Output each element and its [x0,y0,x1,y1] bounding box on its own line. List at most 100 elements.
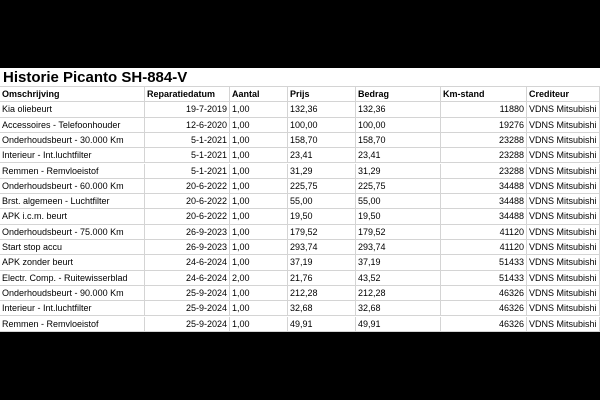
table-cell[interactable]: VDNS Mitsubishi [527,132,600,148]
table-cell[interactable]: 41120 [441,240,527,255]
table-cell[interactable]: 1,00 [230,178,288,194]
table-cell[interactable]: 34488 [441,194,527,209]
table-cell[interactable]: Onderhoudsbeurt - 90.000 Km [0,285,145,301]
table-cell[interactable]: 1,00 [230,117,288,132]
table-cell[interactable]: Remmen - Remvloeistof [0,163,145,178]
table-cell[interactable]: 2,00 [230,270,288,285]
column-header[interactable]: Crediteur [527,87,600,102]
table-cell[interactable]: 1,00 [230,132,288,148]
table-cell[interactable]: 23288 [441,148,527,163]
table-cell[interactable]: 158,70 [356,132,441,148]
table-cell[interactable]: 49,91 [288,316,356,331]
table-cell[interactable]: 179,52 [356,224,441,239]
table-cell[interactable]: 293,74 [356,240,441,255]
table-cell[interactable]: VDNS Mitsubishi [527,316,600,331]
table-cell[interactable]: 1,00 [230,255,288,270]
table-cell[interactable]: 212,28 [288,285,356,301]
table-cell[interactable]: Remmen - Remvloeistof [0,316,145,331]
table-cell[interactable]: VDNS Mitsubishi [527,270,600,285]
table-cell[interactable]: 24-6-2024 [145,255,230,270]
table-cell[interactable]: 31,29 [288,163,356,178]
table-cell[interactable]: Kia oliebeurt [0,102,145,117]
table-cell[interactable]: 37,19 [356,255,441,270]
table-cell[interactable]: 132,36 [356,102,441,117]
table-cell[interactable]: 1,00 [230,224,288,239]
table-cell[interactable]: 132,36 [288,102,356,117]
table-cell[interactable]: 23,41 [288,148,356,163]
table-cell[interactable]: 212,28 [356,285,441,301]
table-cell[interactable]: 1,00 [230,316,288,331]
table-cell[interactable]: APK zonder beurt [0,255,145,270]
table-cell[interactable]: VDNS Mitsubishi [527,194,600,209]
table-cell[interactable]: VDNS Mitsubishi [527,285,600,301]
table-cell[interactable]: Brst. algemeen - Luchtfilter [0,194,145,209]
table-cell[interactable]: APK i.c.m. beurt [0,209,145,224]
table-cell[interactable]: 20-6-2022 [145,194,230,209]
table-cell[interactable]: 55,00 [288,194,356,209]
column-header[interactable]: Reparatiedatum [145,87,230,102]
table-cell[interactable]: 26-9-2023 [145,240,230,255]
table-cell[interactable]: 23288 [441,163,527,178]
table-cell[interactable]: 5-1-2021 [145,148,230,163]
table-cell[interactable]: 5-1-2021 [145,132,230,148]
table-cell[interactable]: 100,00 [288,117,356,132]
table-cell[interactable]: 34488 [441,178,527,194]
table-cell[interactable]: Accessoires - Telefoonhouder [0,117,145,132]
table-cell[interactable]: 19,50 [288,209,356,224]
table-cell[interactable]: VDNS Mitsubishi [527,117,600,132]
column-header[interactable]: Aantal [230,87,288,102]
table-cell[interactable]: 1,00 [230,209,288,224]
table-cell[interactable]: 46326 [441,316,527,331]
table-cell[interactable]: VDNS Mitsubishi [527,301,600,316]
table-cell[interactable]: 25-9-2024 [145,285,230,301]
column-header[interactable]: Bedrag [356,87,441,102]
table-cell[interactable]: 293,74 [288,240,356,255]
table-cell[interactable]: Interieur - Int.luchtfilter [0,301,145,316]
table-cell[interactable]: 23288 [441,132,527,148]
table-cell[interactable]: Electr. Comp. - Ruitewisserblad [0,270,145,285]
table-cell[interactable]: VDNS Mitsubishi [527,209,600,224]
table-cell[interactable]: 179,52 [288,224,356,239]
table-cell[interactable]: 31,29 [356,163,441,178]
table-cell[interactable]: 37,19 [288,255,356,270]
table-cell[interactable]: 1,00 [230,194,288,209]
table-cell[interactable]: 5-1-2021 [145,163,230,178]
table-cell[interactable]: 1,00 [230,240,288,255]
table-cell[interactable]: 21,76 [288,270,356,285]
table-cell[interactable]: 41120 [441,224,527,239]
table-cell[interactable]: 49,91 [356,316,441,331]
table-cell[interactable]: 11880 [441,102,527,117]
table-cell[interactable]: 20-6-2022 [145,209,230,224]
table-cell[interactable]: 1,00 [230,301,288,316]
column-header[interactable]: Km-stand [441,87,527,102]
table-cell[interactable]: 19276 [441,117,527,132]
table-cell[interactable]: 19-7-2019 [145,102,230,117]
table-cell[interactable]: 51433 [441,270,527,285]
table-cell[interactable]: 1,00 [230,102,288,117]
table-cell[interactable]: 23,41 [356,148,441,163]
table-cell[interactable]: Onderhoudsbeurt - 60.000 Km [0,178,145,194]
column-header[interactable]: Prijs [288,87,356,102]
table-cell[interactable]: 26-9-2023 [145,224,230,239]
table-cell[interactable]: 46326 [441,301,527,316]
table-cell[interactable]: 32,68 [356,301,441,316]
table-cell[interactable]: 100,00 [356,117,441,132]
table-cell[interactable]: VDNS Mitsubishi [527,240,600,255]
table-cell[interactable]: 24-6-2024 [145,270,230,285]
table-cell[interactable]: Onderhoudsbeurt - 75.000 Km [0,224,145,239]
table-cell[interactable]: Interieur - Int.luchtfilter [0,148,145,163]
table-cell[interactable]: 225,75 [288,178,356,194]
table-cell[interactable]: VDNS Mitsubishi [527,255,600,270]
table-cell[interactable]: 12-6-2020 [145,117,230,132]
table-cell[interactable]: 1,00 [230,148,288,163]
table-cell[interactable]: 34488 [441,209,527,224]
table-cell[interactable]: VDNS Mitsubishi [527,102,600,117]
table-cell[interactable]: VDNS Mitsubishi [527,163,600,178]
column-header[interactable]: Omschrijving [0,87,145,102]
table-cell[interactable]: 55,00 [356,194,441,209]
table-cell[interactable]: 25-9-2024 [145,301,230,316]
table-cell[interactable]: 51433 [441,255,527,270]
table-cell[interactable]: 19,50 [356,209,441,224]
table-cell[interactable]: Start stop accu [0,240,145,255]
table-cell[interactable]: VDNS Mitsubishi [527,148,600,163]
